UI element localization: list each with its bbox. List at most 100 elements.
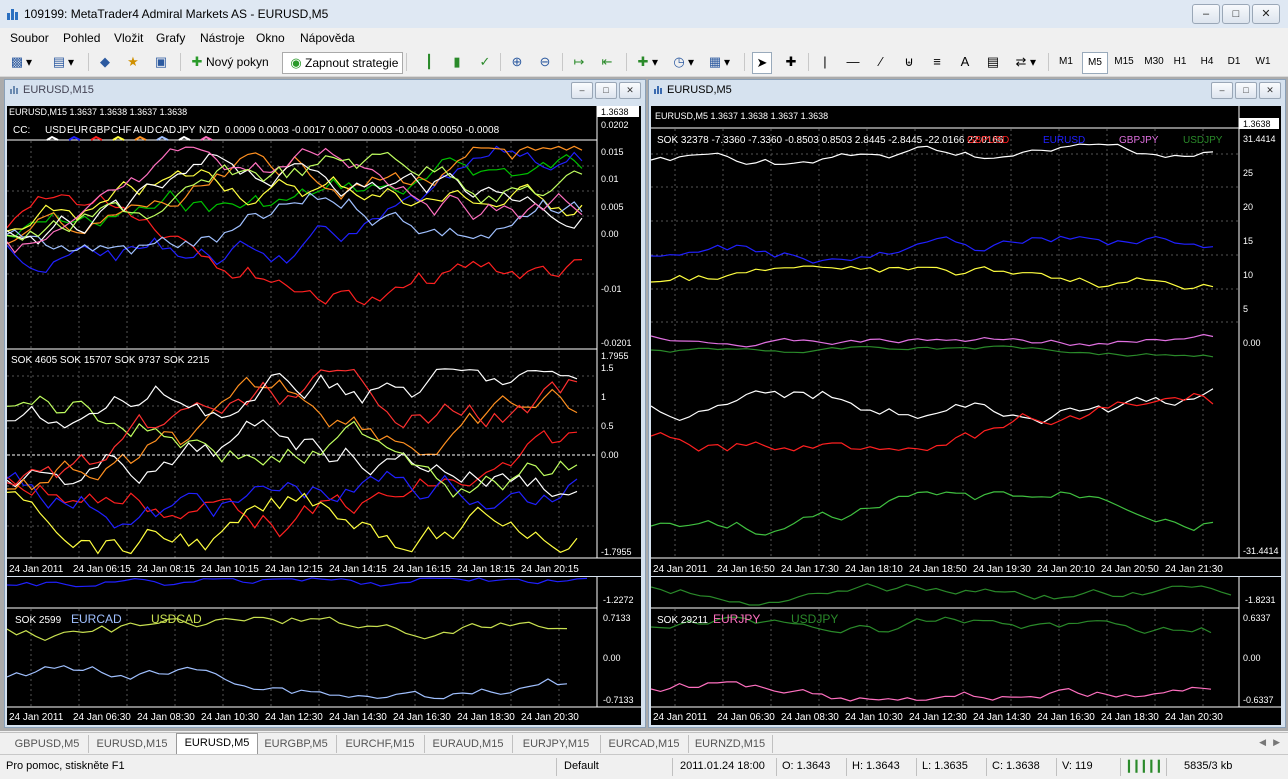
connection-bars-icon: ▎▎▎▎▎: [1128, 761, 1166, 773]
autoscroll-button[interactable]: ↦: [570, 52, 588, 72]
chart-window-eurcad[interactable]: -1.2272 SOK 2599 EURCAD USDCAD 0.7133 0.00…: [4, 577, 646, 728]
sok-legend: EURCAD USDCAD: [71, 612, 202, 626]
symbol-info: EURUSD,M15 1.3637 1.3638 1.3637 1.3638: [9, 107, 187, 117]
chart-area-bottom-left[interactable]: -1.2272 SOK 2599 EURCAD USDCAD 0.7133 0.00…: [6, 577, 641, 725]
chart-window-title: EURUSD,M5: [667, 84, 732, 96]
time-tick: 24 Jan 10:30: [201, 712, 259, 723]
menu-napoveda[interactable]: Nápověda: [300, 31, 355, 45]
tab-gbpusd-m5[interactable]: GBPUSD,M5: [6, 735, 89, 753]
bar-chart-button[interactable]: ┃: [420, 52, 438, 72]
chart-minimize-button[interactable]: –: [571, 82, 593, 99]
sok-label: SOK 2599: [15, 615, 62, 626]
chart-tabs: GBPUSD,M5 EURUSD,M15 EURUSD,M5 EURGBP,M5…: [0, 732, 1288, 755]
tab-eurgbp-m5[interactable]: EURGBP,M5: [256, 735, 337, 753]
menu-soubor[interactable]: Soubor: [10, 31, 49, 45]
close-button[interactable]: ✕: [1252, 4, 1280, 24]
timeframe-m30[interactable]: M30: [1140, 52, 1168, 72]
axis-tick: -0.01: [601, 284, 622, 294]
candlestick-button[interactable]: ▮: [448, 52, 466, 72]
chart-maximize-button[interactable]: □: [595, 82, 617, 99]
chart-svg-bottom-left[interactable]: -1.2272 SOK 2599 EURCAD USDCAD 0.7133 0.00…: [6, 577, 641, 725]
timeframe-d1[interactable]: D1: [1224, 52, 1244, 72]
tab-scroll-right-icon[interactable]: ▶: [1273, 737, 1280, 748]
terminal-button[interactable]: ▣: [152, 52, 170, 72]
timeframe-m5[interactable]: M5: [1082, 52, 1108, 74]
zoom-in-button[interactable]: ⊕: [508, 52, 526, 72]
tab-scroll-left-icon[interactable]: ◀: [1259, 737, 1266, 748]
chart-close-button[interactable]: ✕: [619, 82, 641, 99]
timeframe-h1[interactable]: H1: [1170, 52, 1190, 72]
chart-area-left[interactable]: EURUSD,M15 1.3637 1.3638 1.3637 1.3638 1…: [6, 106, 641, 576]
status-datetime: 2011.01.24 18:00: [680, 760, 765, 772]
axis-tick: 1.7955: [601, 351, 629, 361]
horizontal-line-button[interactable]: —: [844, 52, 862, 72]
vertical-line-button[interactable]: |: [816, 52, 834, 72]
menu-vlozit[interactable]: Vložit: [114, 31, 143, 45]
menu-pohled[interactable]: Pohled: [63, 31, 100, 45]
chart-area-right[interactable]: EURUSD,M5 1.3637 1.3638 1.3637 1.3638 1.…: [650, 106, 1281, 576]
chart-window-eurusd-m15[interactable]: EURUSD,M15 – □ ✕ EURUSD,M15 1.3637 1.363…: [4, 79, 646, 579]
tab-eurchf-m15[interactable]: EURCHF,M15: [336, 735, 425, 753]
time-tick: 24 Jan 14:15: [329, 564, 387, 575]
chart-window-eurusd-m5[interactable]: EURUSD,M5 – □ ✕ EURUSD,M5 1.3637 1.3638 …: [648, 79, 1286, 579]
new-order-button[interactable]: ✚ Nový pokyn: [188, 52, 269, 72]
templates-button[interactable]: ▦ ▾: [706, 52, 730, 72]
trendline-button[interactable]: ∕: [872, 52, 890, 72]
line-chart-icon: ✓: [479, 54, 491, 69]
tab-eurjpy-m15[interactable]: EURJPY,M15: [512, 735, 601, 753]
autotrading-button[interactable]: ◉ Zapnout strategie: [282, 52, 404, 74]
time-axis: 24 Jan 2011 24 Jan 06:30 24 Jan 08:30 24 Ja…: [653, 712, 1223, 723]
minimize-button[interactable]: –: [1192, 4, 1220, 24]
sok-lines: [650, 583, 1232, 702]
fibonacci-button[interactable]: ≡: [928, 52, 946, 72]
tab-euraud-m15[interactable]: EURAUD,M15: [424, 735, 513, 753]
chart-window-eurjpy[interactable]: -1.8231 SOK 29211 EURJPY USDJPY 0.6337 0.0…: [648, 577, 1286, 728]
menu-okno[interactable]: Okno: [256, 31, 285, 45]
chart-svg-right[interactable]: EURUSD,M5 1.3637 1.3638 1.3637 1.3638 1.…: [650, 106, 1281, 576]
sok-series-line: [650, 392, 1214, 452]
axis-tick: 0.0202: [601, 120, 629, 130]
time-tick: 24 Jan 16:50: [717, 564, 775, 575]
chart-maximize-button[interactable]: □: [1235, 82, 1257, 99]
menu-grafy[interactable]: Grafy: [156, 31, 185, 45]
chart-grid: [651, 129, 1239, 558]
legend-usdcad: USDCAD: [151, 612, 202, 626]
cursor-button[interactable]: ➤: [752, 52, 772, 74]
new-chart-button[interactable]: ▩ ▾: [8, 52, 32, 72]
menu-nastroje[interactable]: Nástroje: [200, 31, 245, 45]
text-button[interactable]: A: [956, 52, 974, 72]
sok-price-axis: 1.7955 1.5 1 0.5 0.00 -1.7955: [601, 351, 632, 557]
timeframe-m15[interactable]: M15: [1110, 52, 1138, 72]
time-tick: 24 Jan 20:30: [521, 712, 579, 723]
periods-button[interactable]: ◷ ▾: [670, 52, 694, 72]
indicators-icon: ✚: [637, 54, 649, 69]
chart-svg-bottom-right[interactable]: -1.8231 SOK 29211 EURJPY USDJPY 0.6337 0.0…: [650, 577, 1281, 725]
line-chart-button[interactable]: ✓: [476, 52, 494, 72]
profiles-button[interactable]: ▤ ▾: [50, 52, 74, 72]
time-tick: 24 Jan 12:15: [265, 564, 323, 575]
timeframe-w1[interactable]: W1: [1252, 52, 1274, 72]
text-label-button[interactable]: ▤: [984, 52, 1002, 72]
chart-area-bottom-right[interactable]: -1.8231 SOK 29211 EURJPY USDJPY 0.6337 0.0…: [650, 577, 1281, 725]
tab-eurusd-m15[interactable]: EURUSD,M15: [88, 735, 177, 753]
timeframe-h4[interactable]: H4: [1196, 52, 1218, 72]
time-tick: 24 Jan 10:15: [201, 564, 259, 575]
chart-shift-button[interactable]: ⇤: [598, 52, 616, 72]
timeframe-m1[interactable]: M1: [1054, 52, 1078, 72]
tab-eurusd-m5[interactable]: EURUSD,M5: [176, 733, 258, 755]
arrows-button[interactable]: ⇄ ▾: [1012, 52, 1036, 72]
maximize-button[interactable]: □: [1222, 4, 1250, 24]
chart-minimize-button[interactable]: –: [1211, 82, 1233, 99]
tab-eurcad-m15[interactable]: EURCAD,M15: [600, 735, 689, 753]
indicators-button[interactable]: ✚ ▾: [634, 52, 658, 72]
chart-svg-left[interactable]: EURUSD,M15 1.3637 1.3638 1.3637 1.3638 1…: [6, 106, 641, 576]
time-tick: 24 Jan 16:15: [393, 564, 451, 575]
tab-eurnzd-m15[interactable]: EURNZD,M15: [688, 735, 773, 753]
market-watch-button[interactable]: ◆: [96, 52, 114, 72]
axis-tick: 0.7133: [603, 613, 631, 623]
crosshair-button[interactable]: ✚: [782, 52, 800, 72]
zoom-out-button[interactable]: ⊖: [536, 52, 554, 72]
chart-close-button[interactable]: ✕: [1259, 82, 1281, 99]
navigator-button[interactable]: ★: [124, 52, 142, 72]
channel-button[interactable]: ⊎: [900, 52, 918, 72]
